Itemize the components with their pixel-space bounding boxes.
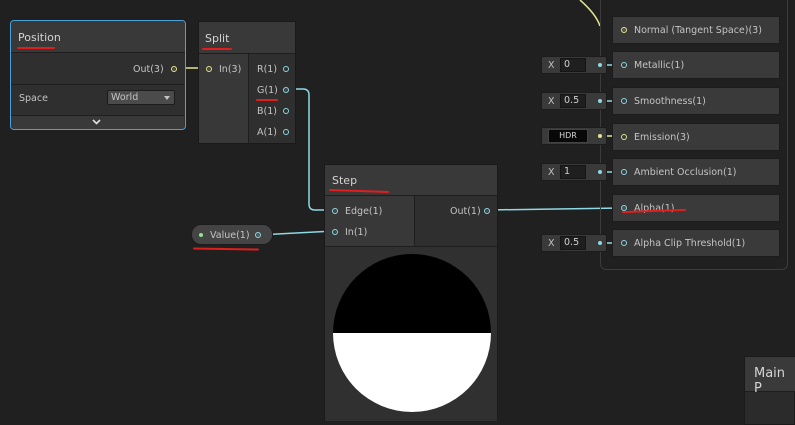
emission-hdr-swatch[interactable]: HDR [548,129,588,143]
split-out-b-port[interactable] [283,108,289,114]
space-dropdown-value: World [111,92,139,103]
step-node[interactable]: Step Edge(1) In(1) Out(1) [324,164,498,421]
annotation-underline [17,47,55,49]
step-preview-sphere [333,254,491,412]
split-out-b-label: B(1) [257,106,277,117]
position-node[interactable]: Position Out(3) Space World [10,20,186,130]
split-out-r-port[interactable] [283,66,289,72]
main-preview-title: Main P [754,366,786,396]
position-out-label: Out(3) [133,64,164,75]
smoothness-input[interactable]: X 0.5 [541,92,607,110]
smoothness-port[interactable] [621,98,627,104]
ao-port[interactable] [621,169,627,175]
ao-input-dot [598,170,602,174]
master-entry-alpha-clip[interactable]: Alpha Clip Threshold(1) [612,229,780,257]
split-out-r-label: R(1) [257,64,278,75]
ao-x-label: X [548,167,555,178]
property-dot-icon [199,233,203,237]
split-node[interactable]: Split In(3) R(1) G(1) B(1) A(1) [198,21,296,144]
ao-value-field[interactable]: 1 [560,165,586,179]
smoothness-value-field[interactable]: 0.5 [560,94,586,108]
step-edge-port[interactable] [332,208,338,214]
emission-input-dot [598,134,602,138]
split-in-label: In(3) [219,64,242,75]
clip-label: Alpha Clip Threshold(1) [634,238,746,249]
value-label: Value(1) [210,230,250,241]
normal-port[interactable] [621,27,627,33]
split-out-g-port[interactable] [283,87,289,93]
master-entry-smoothness[interactable]: Smoothness(1) [612,87,780,115]
position-collapse-bar[interactable] [11,115,184,129]
clip-input-dot [598,241,602,245]
annotation-underline [256,99,278,101]
step-edge-label: Edge(1) [345,206,383,217]
normal-label: Normal (Tangent Space)(3) [634,25,762,36]
metallic-input[interactable]: X 0 [541,56,607,74]
ao-label: Ambient Occlusion(1) [634,167,737,178]
wire-top-normal [579,0,601,27]
step-node-title: Step [332,174,358,187]
master-entry-normal[interactable]: Normal (Tangent Space)(3) [612,16,780,44]
value-property-node[interactable]: Value(1) [191,224,273,245]
position-divider [11,84,184,85]
dropdown-arrow-icon [164,96,170,100]
value-out-port[interactable] [255,232,261,238]
clip-port[interactable] [621,240,627,246]
split-out-a-port[interactable] [283,129,289,135]
clip-input[interactable]: X 0.5 [541,234,607,252]
metallic-label: Metallic(1) [634,60,685,71]
step-out-port[interactable] [484,208,490,214]
master-entry-metallic[interactable]: Metallic(1) [612,51,780,79]
step-out-label: Out(1) [450,206,481,217]
master-entry-ambient-occlusion[interactable]: Ambient Occlusion(1) [612,158,780,186]
clip-value-field[interactable]: 0.5 [560,236,586,250]
step-in-label: In(1) [345,227,368,238]
metallic-x-label: X [548,60,555,71]
split-node-title: Split [205,32,230,45]
smoothness-label: Smoothness(1) [634,96,706,107]
smoothness-x-label: X [548,96,555,107]
split-out-g-label: G(1) [257,85,278,96]
master-entry-alpha[interactable]: Alpha(1) [612,194,780,222]
position-node-title: Position [18,31,61,44]
chevron-down-icon [92,119,101,125]
metallic-input-dot [598,63,602,67]
annotation-underline [202,48,232,50]
clip-x-label: X [548,238,555,249]
split-out-a-label: A(1) [257,127,277,138]
step-input-panel [325,196,415,246]
emission-label: Emission(3) [634,132,690,143]
main-preview-panel[interactable]: Main P [744,356,795,425]
metallic-port[interactable] [621,62,627,68]
master-entry-emission[interactable]: Emission(3) [612,123,780,151]
space-label: Space [19,93,48,104]
smoothness-input-dot [598,99,602,103]
position-out-port[interactable] [171,66,177,72]
emission-port[interactable] [621,134,627,140]
split-in-port[interactable] [206,66,212,72]
step-in-port[interactable] [332,229,338,235]
space-dropdown[interactable]: World [107,90,175,105]
ao-input[interactable]: X 1 [541,163,607,181]
metallic-value-field[interactable]: 0 [560,58,586,72]
